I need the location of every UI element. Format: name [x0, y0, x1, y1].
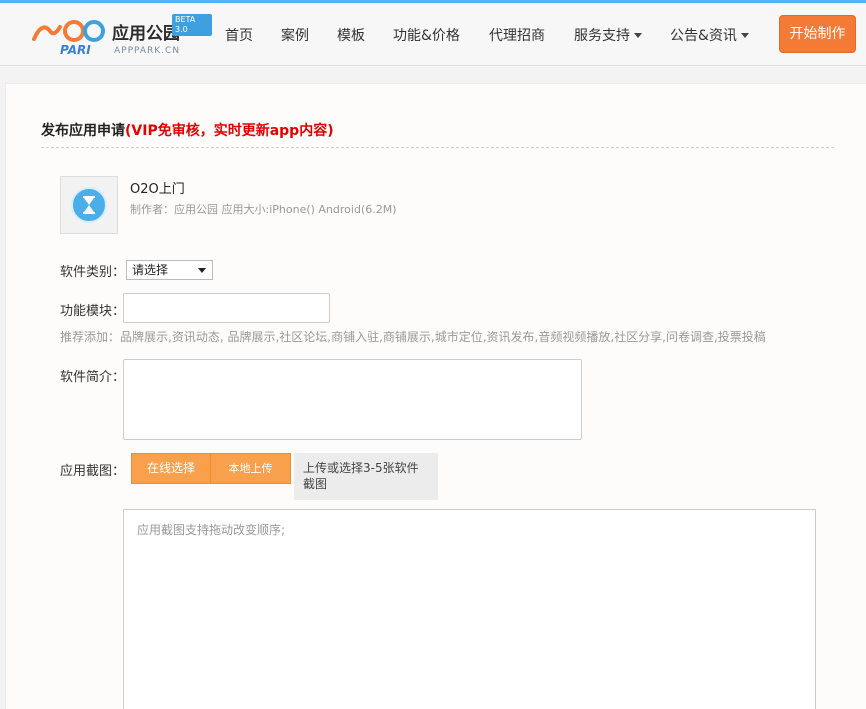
screenshot-label: 应用截图：: [60, 464, 126, 479]
chevron-down-icon: [634, 32, 642, 38]
nav-item-templates[interactable]: 模板: [337, 25, 365, 45]
chevron-down-icon: [740, 32, 749, 38]
category-label: 软件类别：: [60, 265, 126, 280]
dropdown-arrow-icon: [198, 268, 206, 273]
nav-item-support[interactable]: 服务支持: [574, 25, 642, 45]
hourglass-icon: [83, 196, 95, 214]
nav-item-news-label: 公告&资讯: [670, 28, 737, 44]
site-logo[interactable]: PARI 应用公园 APPPARK.CN BETA 3.0: [32, 13, 212, 61]
logo-brand-text: PARI: [60, 43, 91, 57]
app-name: O2O上门: [130, 182, 185, 197]
intro-label: 软件简介：: [60, 370, 126, 385]
module-input[interactable]: [123, 293, 330, 323]
page-title: 发布应用申请(VIP免审核，实时更新app内容): [41, 120, 334, 140]
category-select[interactable]: 请选择: [126, 260, 213, 280]
screenshot-placeholder: 应用截图支持拖动改变顺序;: [137, 523, 286, 537]
module-label: 功能模块：: [60, 304, 126, 319]
nav-item-cases[interactable]: 案例: [281, 25, 309, 45]
logo-title: 应用公园: [112, 24, 180, 44]
beta-badge: BETA 3.0: [172, 14, 212, 36]
nav-item-news[interactable]: 公告&资讯: [670, 25, 749, 45]
app-icon-circle: [71, 187, 107, 223]
screenshot-dropzone[interactable]: 应用截图支持拖动改变顺序;: [123, 509, 816, 709]
logo-domain: APPPARK.CN: [114, 46, 181, 56]
site-header: PARI 应用公园 APPPARK.CN BETA 3.0 首页 案例 模板 功…: [0, 3, 866, 66]
category-select-value: 请选择: [132, 263, 169, 277]
publish-form-panel: 发布应用申请(VIP免审核，实时更新app内容) O2O上门 制作者：应用公园 …: [5, 83, 866, 709]
page-title-note: (VIP免审核，实时更新app内容): [125, 123, 334, 139]
nav-item-home[interactable]: 首页: [225, 25, 253, 45]
nav-item-agents[interactable]: 代理招商: [489, 25, 545, 45]
local-upload-button[interactable]: 本地上传: [210, 453, 291, 484]
nav-item-pricing[interactable]: 功能&价格: [393, 25, 460, 45]
recommend-hint: 推荐添加：品牌展示,资讯动态, 品牌展示,社区论坛,商铺入驻,商铺展示,城市定位…: [60, 330, 766, 344]
app-meta: 制作者：应用公园 应用大小:iPhone() Android(6.2M): [130, 203, 397, 216]
start-making-button[interactable]: 开始制作: [779, 15, 856, 53]
intro-textarea[interactable]: [123, 359, 582, 440]
nav-item-support-label: 服务支持: [574, 28, 630, 44]
app-icon: [60, 176, 118, 234]
title-divider: [41, 147, 834, 148]
page-title-main: 发布应用申请: [41, 123, 125, 139]
online-select-button[interactable]: 在线选择: [131, 453, 211, 484]
upload-tip: 上传或选择3-5张软件截图: [294, 453, 438, 500]
